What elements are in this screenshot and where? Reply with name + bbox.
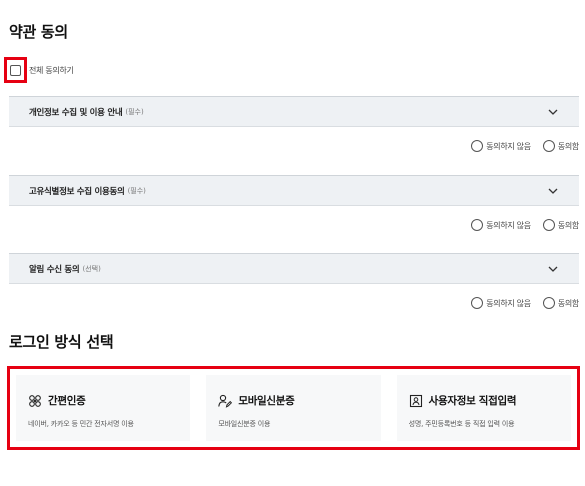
- login-section-title: 로그인 방식 선택: [9, 333, 114, 351]
- disagree-label: 동의하지 않음: [486, 298, 531, 308]
- login-method-direct-input[interactable]: 사용자정보 직접입력 성명, 주민등록번호 등 직접 입력 이용: [396, 375, 571, 441]
- login-methods-highlight: 간편인증 네이버, 카카오 등 민간 전자서명 이용 모바일신분증 모바일신분증…: [7, 366, 580, 450]
- terms-accordion-title: 고유식별정보 수집 이용동의: [29, 186, 125, 197]
- terms-accordion-unique-id[interactable]: 고유식별정보 수집 이용동의 (필수): [9, 175, 579, 206]
- terms-optional-tag: (선택): [82, 264, 101, 273]
- simple-auth-icon: [29, 394, 41, 407]
- all-agree-row[interactable]: 전체 동의하기: [4, 57, 74, 83]
- login-method-name: 간편인증: [48, 395, 86, 407]
- all-agree-checkbox[interactable]: [10, 64, 21, 76]
- chevron-down-icon[interactable]: [547, 185, 559, 197]
- agree-radio[interactable]: 동의함: [542, 140, 579, 152]
- agree-label: 동의함: [557, 220, 579, 230]
- terms-radio-group-notification: 동의하지 않음 동의함: [459, 297, 579, 309]
- login-method-name: 모바일신분증: [238, 395, 295, 407]
- user-card-icon: [409, 394, 422, 407]
- radio-circle-icon[interactable]: [542, 219, 555, 231]
- radio-circle-icon[interactable]: [542, 140, 555, 152]
- all-agree-checkbox-highlight[interactable]: [4, 57, 27, 83]
- disagree-label: 동의하지 않음: [486, 141, 531, 151]
- disagree-radio[interactable]: 동의하지 않음: [471, 140, 531, 152]
- terms-required-tag: (필수): [125, 107, 144, 116]
- login-method-mobile-id[interactable]: 모바일신분증 모바일신분증 이용: [206, 375, 381, 441]
- agree-label: 동의함: [557, 141, 579, 151]
- radio-circle-icon[interactable]: [471, 219, 484, 231]
- terms-section-title: 약관 동의: [9, 23, 68, 41]
- agree-radio[interactable]: 동의함: [542, 297, 579, 309]
- mobile-id-icon: [218, 394, 233, 408]
- chevron-down-icon[interactable]: [547, 263, 559, 275]
- login-method-desc: 네이버, 카카오 등 민간 전자서명 이용: [28, 420, 134, 428]
- agree-radio[interactable]: 동의함: [542, 219, 579, 231]
- disagree-radio[interactable]: 동의하지 않음: [471, 297, 531, 309]
- radio-circle-icon[interactable]: [471, 140, 484, 152]
- terms-accordion-privacy[interactable]: 개인정보 수집 및 이용 안내 (필수): [9, 96, 579, 127]
- terms-accordion-title: 알림 수신 동의: [29, 264, 80, 275]
- terms-accordion-title: 개인정보 수집 및 이용 안내: [29, 107, 123, 118]
- disagree-label: 동의하지 않음: [486, 220, 531, 230]
- disagree-radio[interactable]: 동의하지 않음: [471, 219, 531, 231]
- all-agree-label[interactable]: 전체 동의하기: [29, 65, 74, 76]
- radio-circle-icon[interactable]: [542, 297, 555, 309]
- terms-accordion-notification[interactable]: 알림 수신 동의 (선택): [9, 253, 579, 284]
- radio-circle-icon[interactable]: [471, 297, 484, 309]
- login-method-name: 사용자정보 직접입력: [428, 395, 517, 407]
- login-method-desc: 모바일신분증 이용: [218, 420, 271, 428]
- agree-label: 동의함: [557, 298, 579, 308]
- login-method-desc: 성명, 주민등록번호 등 직접 입력 이용: [408, 420, 515, 428]
- terms-radio-group-privacy: 동의하지 않음 동의함: [459, 140, 579, 152]
- terms-radio-group-unique-id: 동의하지 않음 동의함: [459, 219, 579, 231]
- chevron-down-icon[interactable]: [547, 106, 559, 118]
- login-method-simple-auth[interactable]: 간편인증 네이버, 카카오 등 민간 전자서명 이용: [16, 375, 191, 441]
- terms-required-tag: (필수): [127, 186, 146, 195]
